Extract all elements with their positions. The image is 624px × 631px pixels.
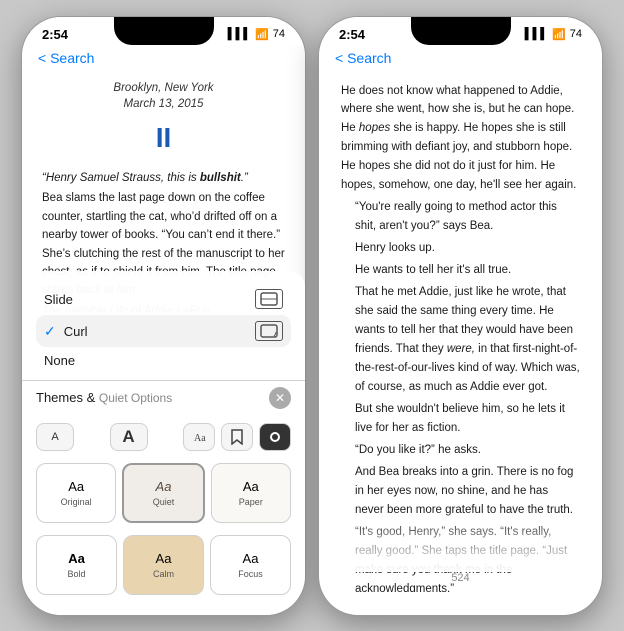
signal-icon-right: ▌▌▌ — [525, 28, 548, 40]
paper-sample: Aa — [243, 479, 259, 494]
theme-cards-row-2: Aa Bold Aa Calm Aa Focus — [22, 531, 305, 599]
left-phone: 2:54 ▌▌▌ 📶 74 < Search Brooklyn, New Yor… — [21, 16, 306, 616]
page-number: 524 — [319, 572, 602, 584]
font-icons: Aa — [183, 423, 291, 451]
slide-icon — [255, 289, 283, 309]
themes-header: Themes & Quiet Options ✕ — [36, 387, 291, 409]
original-sample: Aa — [68, 479, 84, 494]
focus-sample: Aa — [243, 551, 259, 566]
right-phone: 2:54 ▌▌▌ 📶 74 < Search He does not know … — [318, 16, 603, 616]
scroll-option-none[interactable]: None — [36, 347, 291, 374]
status-icons-right: ▌▌▌ 📶 74 — [525, 28, 582, 41]
notch-right — [411, 17, 511, 45]
back-button-right[interactable]: < Search — [335, 50, 586, 66]
time-left: 2:54 — [42, 27, 68, 42]
overlay-panel: Slide ✓ Curl None — [22, 271, 305, 615]
fade-gradient — [319, 512, 602, 572]
none-label: None — [44, 353, 283, 368]
slide-label: Slide — [44, 292, 247, 307]
scroll-options: Slide ✓ Curl None — [22, 279, 305, 380]
time-right: 2:54 — [339, 27, 365, 42]
wifi-icon-right: 📶 — [552, 28, 566, 41]
bookmark-button[interactable] — [221, 423, 253, 451]
theme-focus[interactable]: Aa Focus — [210, 535, 291, 595]
notch — [114, 17, 214, 45]
chapter-num: II — [42, 116, 285, 159]
theme-cards-row-1: Aa Original Aa Quiet Aa Paper — [22, 459, 305, 527]
bold-sample: Aa — [68, 551, 85, 566]
paper-label: Paper — [239, 497, 263, 507]
battery-left: 74 — [273, 28, 285, 40]
signal-icon-left: ▌▌▌ — [228, 28, 251, 40]
nav-bar-left: < Search — [22, 46, 305, 72]
back-button-left[interactable]: < Search — [38, 50, 289, 66]
focus-label: Focus — [238, 569, 263, 579]
nav-bar-right: < Search — [319, 46, 602, 72]
font-increase-button[interactable]: A — [110, 423, 148, 451]
wifi-icon-left: 📶 — [255, 28, 269, 41]
theme-calm[interactable]: Aa Calm — [123, 535, 204, 595]
curl-icon — [255, 321, 283, 341]
battery-right: 74 — [570, 28, 582, 40]
status-icons-left: ▌▌▌ 📶 74 — [228, 28, 285, 41]
calm-label: Calm — [153, 569, 174, 579]
close-button[interactable]: ✕ — [269, 387, 291, 409]
svg-text:Aa: Aa — [194, 433, 206, 444]
original-label: Original — [61, 497, 92, 507]
curl-label: Curl — [64, 324, 247, 339]
font-style-button[interactable]: Aa — [183, 423, 215, 451]
themes-section: Themes & Quiet Options ✕ — [22, 381, 305, 419]
phones-container: 2:54 ▌▌▌ 📶 74 < Search Brooklyn, New Yor… — [21, 16, 603, 616]
font-decrease-button[interactable]: A — [36, 423, 74, 451]
book-location: Brooklyn, New YorkMarch 13, 2015 — [42, 80, 285, 112]
calm-sample: Aa — [156, 551, 172, 566]
book-title-section: Brooklyn, New YorkMarch 13, 2015 II — [42, 80, 285, 160]
bold-label: Bold — [67, 569, 85, 579]
theme-quiet[interactable]: Aa Quiet — [122, 463, 204, 523]
theme-paper[interactable]: Aa Paper — [211, 463, 291, 523]
theme-bold[interactable]: Aa Bold — [36, 535, 117, 595]
quiet-label: Quiet — [153, 497, 175, 507]
themes-title: Themes & Quiet Options — [36, 390, 172, 405]
brightness-button[interactable] — [259, 423, 291, 451]
scroll-option-slide[interactable]: Slide — [36, 283, 291, 315]
theme-original[interactable]: Aa Original — [36, 463, 116, 523]
check-icon: ✓ — [44, 323, 56, 340]
quiet-sample: Aa — [156, 479, 172, 494]
font-controls: A A Aa — [22, 419, 305, 455]
scroll-option-curl[interactable]: ✓ Curl — [36, 315, 291, 347]
